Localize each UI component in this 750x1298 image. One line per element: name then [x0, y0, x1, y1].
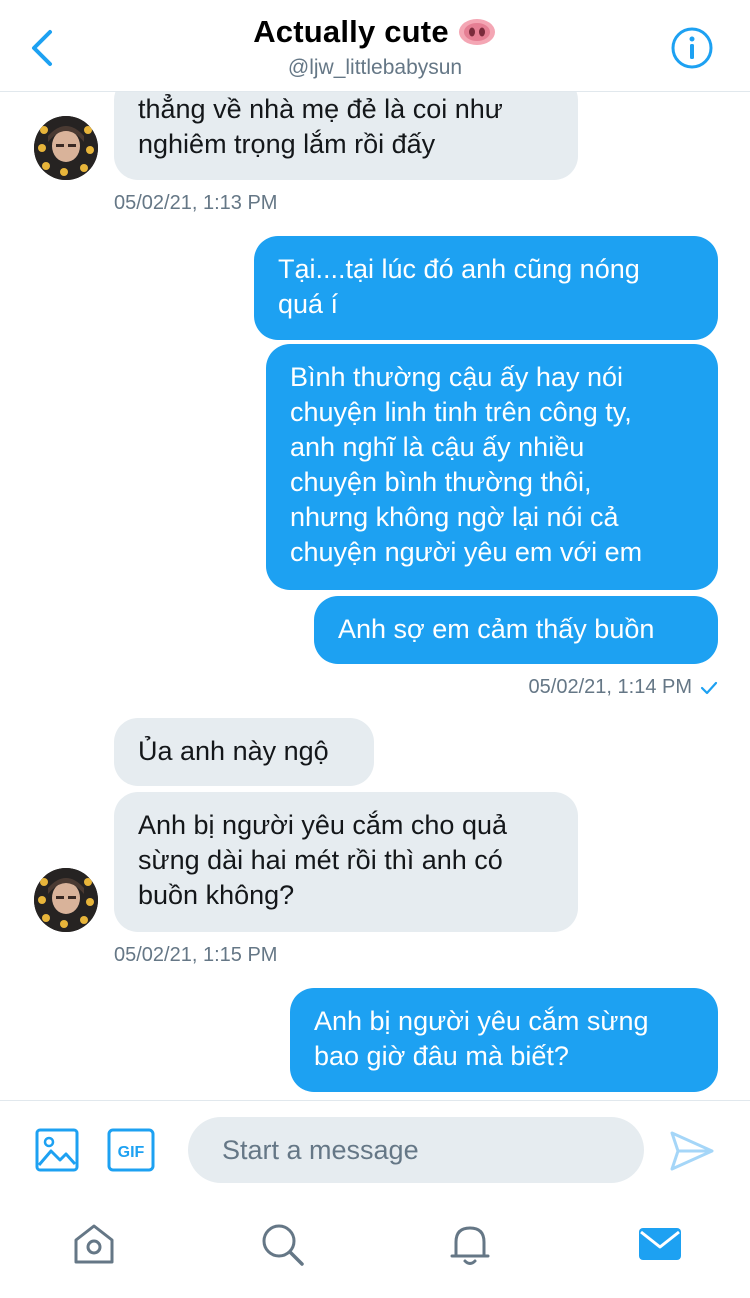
message-line: buồn không? [138, 880, 295, 910]
message-thread[interactable]: thẳng về nhà mẹ đẻ là coi như nghiêm trọ… [0, 92, 750, 1100]
sender-avatar[interactable] [34, 868, 98, 932]
outgoing-message-bubble[interactable]: Anh bị người yêu cắm sừng bao giờ đâu mà… [290, 988, 718, 1092]
gif-icon: GIF [107, 1128, 155, 1172]
message-composer: GIF [0, 1100, 750, 1198]
conversation-handle: @ljw_littlebabysun [287, 56, 463, 79]
outgoing-message-bubble[interactable]: Anh sợ em cảm thấy buồn [314, 596, 718, 664]
avatar-image [34, 116, 98, 180]
info-icon[interactable] [670, 26, 714, 70]
message-line: bao giờ đâu mà biết? [314, 1041, 569, 1071]
message-line: Tại....tại lúc đó anh cũng nóng [278, 254, 640, 284]
message-line: chuyện người yêu em với em [290, 537, 643, 567]
send-icon[interactable] [668, 1129, 716, 1173]
message-line: nhưng không ngờ lại nói cả [290, 502, 619, 532]
message-line: chuyện bình thường thôi, [290, 467, 592, 497]
message-timestamp: 05/02/21, 1:13 PM [114, 192, 278, 214]
sender-avatar[interactable] [34, 116, 98, 180]
messages-icon[interactable] [636, 1220, 684, 1268]
conversation-title: Actually cute [253, 14, 497, 50]
message-line: quá í [278, 289, 339, 319]
incoming-message-bubble[interactable]: thẳng về nhà mẹ đẻ là coi như nghiêm trọ… [114, 92, 578, 180]
message-input[interactable] [188, 1117, 644, 1183]
outgoing-message-bubble[interactable]: Bình thường cậu ấy hay nói chuyện linh t… [266, 344, 718, 590]
image-icon[interactable] [34, 1127, 80, 1173]
message-timestamp: 05/02/21, 1:14 PM [500, 676, 718, 699]
bottom-tab-bar [0, 1198, 750, 1298]
notifications-icon[interactable] [446, 1220, 494, 1268]
message-line: Anh sợ em cảm thấy buồn [338, 614, 655, 644]
conversation-title-block: Actually cute @ljw_littlebabysun [0, 14, 750, 80]
message-line: Anh bị người yêu cắm cho quả [138, 810, 507, 840]
gif-label: GIF [118, 1144, 145, 1161]
home-icon[interactable] [70, 1220, 118, 1268]
pig-nose-icon [458, 19, 495, 45]
message-line: thẳng về nhà mẹ đẻ là coi như [138, 94, 503, 124]
message-line: Ủa anh này ngộ [138, 736, 329, 766]
message-line: Anh bị người yêu cắm sừng [314, 1006, 649, 1036]
search-icon[interactable] [258, 1220, 306, 1268]
sent-check-icon [700, 681, 718, 694]
message-timestamp: 05/02/21, 1:15 PM [114, 944, 278, 966]
message-line: nghiêm trọng lắm rồi đấy [138, 129, 436, 159]
outgoing-message-bubble[interactable]: Tại....tại lúc đó anh cũng nóng quá í [254, 236, 718, 340]
message-line: anh nghĩ là cậu ấy nhiều [290, 432, 585, 462]
avatar-image [34, 868, 98, 932]
incoming-message-bubble[interactable]: Ủa anh này ngộ [114, 718, 374, 786]
conversation-header: Actually cute @ljw_littlebabysun [0, 0, 750, 92]
message-line: sừng dài hai mét rồi thì anh có [138, 845, 503, 875]
message-timestamp-text: 05/02/21, 1:14 PM [528, 676, 692, 698]
conversation-title-text: Actually cute [253, 14, 449, 49]
message-line: Bình thường cậu ấy hay nói [290, 362, 623, 392]
message-line: chuyện linh tinh trên công ty, [290, 397, 632, 427]
gif-button[interactable]: GIF [106, 1127, 156, 1173]
incoming-message-bubble[interactable]: Anh bị người yêu cắm cho quả sừng dài ha… [114, 792, 578, 932]
